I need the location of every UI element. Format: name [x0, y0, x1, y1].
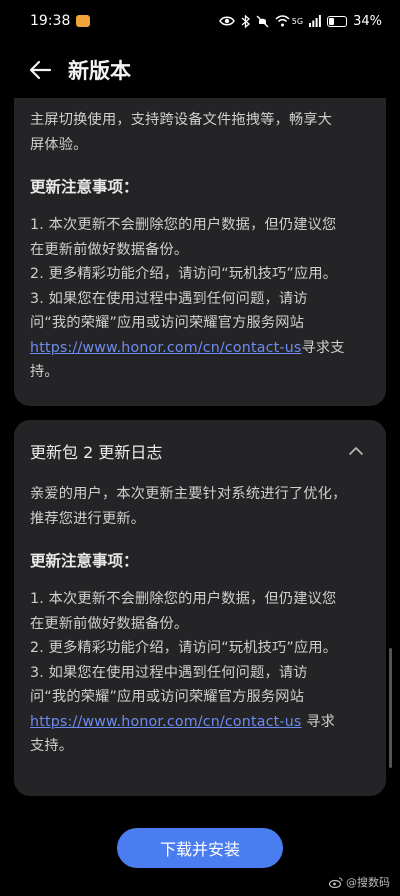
release-notes-scroll[interactable]: 主屏切换使用，支持跨设备文件拖拽等，畅享大 屏体验。 更新注意事项： 1. 本次…	[0, 98, 400, 818]
scrollbar[interactable]	[389, 648, 392, 768]
card2-item3-line2: 问“我的荣耀”应用或访问荣耀官方服务网站	[30, 689, 305, 705]
card2-intro-line2: 推荐您进行更新。	[30, 510, 146, 527]
card2-item1-line2: 在更新前做好数据备份。	[30, 615, 189, 632]
collapse-button[interactable]	[342, 437, 370, 465]
network-type: 5G	[291, 16, 304, 26]
card1-item1-line2: 在更新前做好数据备份。	[30, 241, 189, 258]
card1-item3-tail: 寻求支	[301, 339, 345, 356]
card2-title: 更新包 2 更新日志	[30, 443, 163, 462]
card1-item2: 2. 更多精彩功能介绍，请访问“玩机技巧”应用。	[30, 266, 338, 282]
bottom-action-bar: 下载并安装 @搜数码	[0, 818, 400, 896]
card2-notice-title: 更新注意事项：	[30, 552, 139, 570]
app-bar: 新版本	[0, 42, 400, 98]
status-bar: 19:38 5G 34%	[0, 0, 400, 42]
card1-support-link[interactable]: https://www.honor.com/cn/contact-us	[30, 340, 302, 356]
card2-item3-end: 支持。	[30, 738, 74, 754]
card1-notice-title: 更新注意事项：	[30, 178, 139, 196]
watermark-text: @搜数码	[346, 876, 390, 889]
card2-item3-line1: 3. 如果您在使用过程中遇到任何问题，请访	[30, 664, 308, 681]
weibo-icon	[329, 876, 343, 888]
battery-percent: 34%	[353, 13, 382, 29]
card2-item3-line3: https://www.honor.com/cn/contact-us 寻求	[30, 710, 370, 735]
eye-icon	[218, 16, 235, 26]
download-install-button[interactable]: 下载并安装	[117, 828, 283, 868]
bell-off-icon	[256, 15, 269, 27]
notification-icon	[76, 15, 91, 27]
signal-icon	[309, 15, 321, 27]
page-title: 新版本	[68, 59, 131, 83]
card2-intro-line1: 亲爱的用户，本次更新主要针对系统进行了优化，	[30, 486, 347, 502]
card2-header[interactable]: 更新包 2 更新日志	[30, 420, 370, 482]
card1-item3-line1: 3. 如果您在使用过程中遇到任何问题，请访	[30, 290, 308, 307]
back-button[interactable]	[20, 50, 60, 90]
card2-support-link[interactable]: https://www.honor.com/cn/contact-us	[30, 714, 302, 730]
update-log-card-1: 主屏切换使用，支持跨设备文件拖拽等，畅享大 屏体验。 更新注意事项： 1. 本次…	[14, 98, 386, 406]
card1-item3-line3: https://www.honor.com/cn/contact-us寻求支	[30, 336, 370, 361]
card2-item3-tail: 寻求	[301, 713, 336, 730]
status-time: 19:38	[30, 13, 71, 29]
card1-item1-line1: 1. 本次更新不会删除您的用户数据，但仍建议您	[30, 217, 337, 233]
wifi-icon	[275, 15, 290, 27]
back-arrow-icon	[29, 60, 52, 80]
watermark: @搜数码	[329, 874, 390, 890]
card1-item3-line2: 问“我的荣耀”应用或访问荣耀官方服务网站	[30, 315, 305, 331]
card2-item1-line1: 1. 本次更新不会删除您的用户数据，但仍建议您	[30, 591, 337, 607]
card2-item2: 2. 更多精彩功能介绍，请访问“玩机技巧”应用。	[30, 640, 338, 656]
chevron-up-icon	[349, 447, 363, 455]
card1-intro-line1: 主屏切换使用，支持跨设备文件拖拽等，畅享大	[30, 112, 333, 128]
card1-intro-line2: 屏体验。	[30, 136, 88, 153]
bluetooth-icon	[241, 14, 250, 28]
battery-icon	[327, 15, 348, 27]
update-log-card-2: 更新包 2 更新日志 亲爱的用户，本次更新主要针对系统进行了优化， 推荐您进行更…	[14, 420, 386, 796]
card1-item3-end: 持。	[30, 364, 59, 380]
